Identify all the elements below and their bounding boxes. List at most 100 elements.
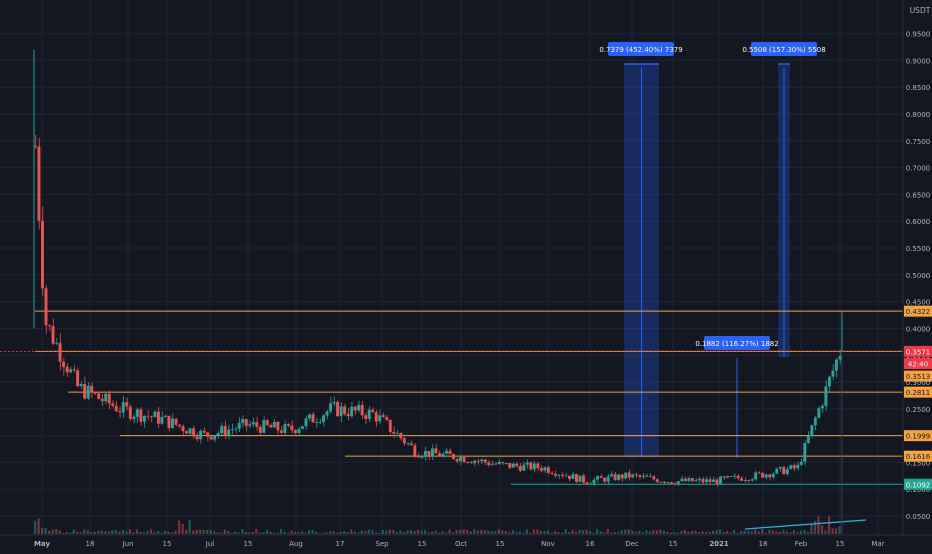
candle-body bbox=[719, 476, 722, 484]
chart-canvas[interactable]: 0.7379 (452.40%) 7379 0.5508 (157.30%) 5… bbox=[0, 0, 932, 550]
candle-body bbox=[339, 406, 343, 417]
candle-body bbox=[515, 463, 519, 467]
volume-bar bbox=[83, 529, 86, 534]
volume-bar bbox=[188, 520, 191, 534]
candle-body bbox=[114, 405, 118, 412]
candle-body bbox=[483, 459, 487, 463]
candle-body bbox=[761, 472, 765, 478]
candle-body bbox=[799, 461, 803, 465]
candle-body bbox=[459, 457, 462, 462]
volume-bar bbox=[764, 532, 767, 534]
volume-bar bbox=[406, 530, 409, 534]
volume-bar bbox=[518, 531, 521, 534]
volume-bar bbox=[107, 531, 110, 534]
volume-bar bbox=[578, 529, 581, 534]
candle-body bbox=[676, 481, 680, 485]
volume-bar bbox=[617, 532, 620, 534]
price-badge-level-4322-text: 0.4322 bbox=[906, 308, 931, 316]
time-tick-label: Dec bbox=[625, 540, 639, 548]
volume-bar bbox=[599, 531, 602, 534]
volume-bar bbox=[374, 532, 377, 534]
volume-bar bbox=[669, 532, 673, 534]
price-badge-level-1616: 0.1616 bbox=[904, 450, 932, 462]
volume-bar bbox=[613, 532, 616, 534]
candle-body bbox=[121, 402, 125, 413]
time-tick-label: Sep bbox=[375, 540, 389, 548]
price-badge-countdown: 42:40 bbox=[904, 358, 932, 370]
candle-body bbox=[55, 342, 58, 344]
measure-label-jan[interactable]: 0.1882 (116.27%) 1882 bbox=[695, 336, 779, 350]
volume-bar bbox=[494, 531, 497, 534]
candle-body bbox=[452, 454, 455, 460]
candle-body bbox=[806, 436, 810, 444]
volume-bar bbox=[511, 530, 514, 534]
candle-body bbox=[775, 468, 779, 474]
volume-bar bbox=[610, 532, 613, 534]
time-tick-label: 15 bbox=[163, 540, 172, 548]
candle-body bbox=[585, 482, 589, 484]
volume-bar bbox=[452, 532, 455, 534]
price-badge-level-1999: 0.1999 bbox=[904, 430, 932, 442]
volume-bar bbox=[192, 530, 195, 534]
volume-bar bbox=[213, 531, 216, 534]
price-tick-label: 0.5000 bbox=[906, 272, 931, 280]
candle-body bbox=[374, 412, 378, 422]
volume-bar bbox=[332, 531, 335, 534]
volume-bar bbox=[778, 531, 781, 534]
volume-bar bbox=[771, 530, 774, 534]
candle-body bbox=[272, 422, 276, 428]
candle-body bbox=[262, 420, 266, 433]
volume-bar bbox=[820, 525, 824, 534]
volume-bar bbox=[121, 529, 125, 534]
time-tick-label: Mar bbox=[871, 540, 884, 548]
volume-bar bbox=[810, 523, 813, 534]
volume-bar bbox=[202, 529, 205, 534]
candle-body bbox=[575, 474, 578, 482]
time-tick-label: 17 bbox=[336, 540, 345, 548]
candle-body bbox=[487, 462, 491, 466]
time-tick-label: 15 bbox=[418, 540, 427, 548]
candle-body bbox=[694, 480, 698, 482]
candle-body bbox=[255, 422, 259, 427]
candle-body bbox=[392, 431, 396, 434]
price-chart[interactable]: 0.7379 (452.40%) 7379 0.5508 (157.30%) 5… bbox=[0, 0, 932, 550]
candle-body bbox=[385, 416, 389, 420]
volume-bar bbox=[508, 532, 511, 534]
volume-bar bbox=[227, 530, 230, 534]
volume-bar bbox=[445, 532, 448, 534]
measure-label-feb[interactable]: 0.5508 (157.30%) 5508 bbox=[742, 42, 826, 56]
candle-body bbox=[118, 411, 122, 413]
volume-bar bbox=[620, 530, 623, 534]
candle-body bbox=[697, 479, 701, 481]
volume-bar bbox=[785, 531, 788, 534]
currency-label[interactable]: USDT bbox=[910, 6, 931, 15]
volume-bar bbox=[806, 532, 810, 534]
volume-bar bbox=[603, 532, 606, 534]
candle-body bbox=[740, 478, 744, 481]
candle-body bbox=[346, 413, 350, 417]
volume-bar bbox=[789, 532, 792, 534]
candle-body bbox=[304, 418, 308, 427]
candle-body bbox=[58, 342, 62, 362]
price-tick-label: 0.2500 bbox=[906, 406, 931, 414]
candle-body bbox=[782, 466, 786, 475]
candle-body bbox=[592, 479, 596, 484]
candle-body bbox=[490, 463, 494, 466]
volume-bar bbox=[733, 529, 736, 534]
volume-bar bbox=[293, 532, 297, 534]
volume-bar bbox=[743, 530, 746, 534]
volume-bar bbox=[279, 529, 283, 534]
volume-bar bbox=[167, 531, 170, 534]
candle-body bbox=[322, 415, 325, 423]
candle-body bbox=[332, 401, 336, 404]
volume-bar bbox=[585, 529, 588, 534]
candle-body bbox=[645, 475, 649, 477]
candle-body bbox=[536, 463, 540, 469]
volume-bar bbox=[803, 530, 806, 534]
candle-body bbox=[283, 424, 287, 433]
volume-bar bbox=[441, 531, 444, 534]
candle-body bbox=[318, 422, 322, 423]
measure-label-dec[interactable]: 0.7379 (452.40%) 7379 bbox=[599, 42, 683, 56]
candle-body bbox=[178, 424, 181, 427]
candle-body bbox=[258, 426, 262, 433]
